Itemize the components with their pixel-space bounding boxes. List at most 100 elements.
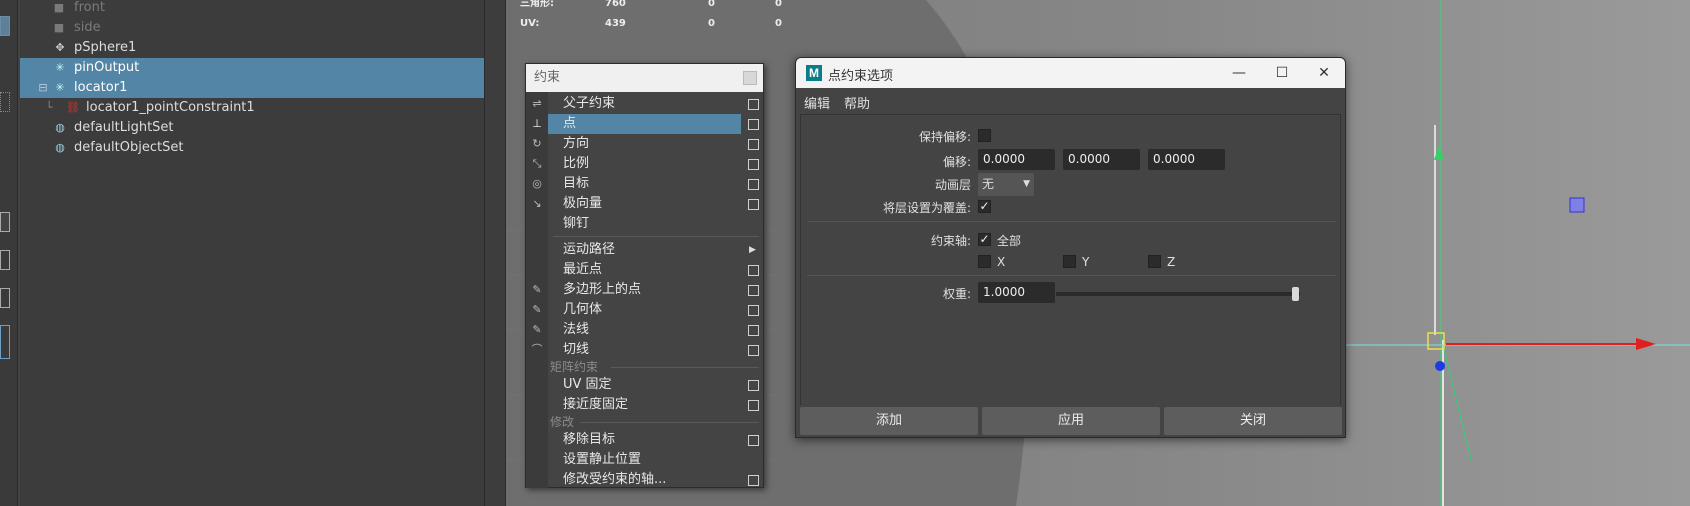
tool-button[interactable] (0, 52, 10, 72)
outliner-item-locator1-pointconstraint1[interactable]: └ ⛓ locator1_pointConstraint1 (20, 98, 484, 118)
menu-help[interactable]: 帮助 (844, 93, 870, 112)
heads-up-display: 三角形: 760 0 0 UV: 439 0 0 (520, 0, 790, 34)
option-box[interactable] (748, 99, 759, 110)
normal-constraint-icon: ✎ (532, 323, 542, 336)
menu-item-label: 切线 (563, 342, 590, 357)
menu-item-closest-point[interactable]: 最近点 (526, 260, 763, 280)
constrain-menu-title-bar[interactable]: 约束 (526, 64, 763, 92)
option-box[interactable] (748, 265, 759, 276)
tool-button[interactable] (0, 92, 10, 112)
set-layer-override-label: 将层设置为覆盖: (882, 201, 971, 215)
option-box[interactable] (748, 199, 759, 210)
menu-item-pole-vector[interactable]: ↘ 极向量 (526, 194, 763, 214)
menu-item-normal[interactable]: ✎ 法线 (526, 320, 763, 340)
option-box[interactable] (748, 400, 759, 411)
menu-item-label: 设置静止位置 (563, 452, 642, 467)
outliner-item-defaultlightset[interactable]: ◍ defaultLightSet (20, 118, 484, 138)
dialog-menu-bar: 编辑 帮助 (796, 88, 1345, 114)
offset-z-field[interactable]: 0.0000 (1148, 149, 1225, 170)
option-box[interactable] (748, 119, 759, 130)
tool-button[interactable] (0, 212, 10, 232)
aim-constraint-icon: ◎ (532, 177, 542, 190)
offset-y-field[interactable]: 0.0000 (1063, 149, 1140, 170)
outliner-item-pinoutput[interactable]: ✳ pinOutput (20, 58, 484, 78)
axis-x-checkbox[interactable] (978, 255, 991, 268)
menu-item-scale[interactable]: ⤡ 比例 (526, 154, 763, 174)
constrain-menu-title: 约束 (534, 70, 561, 85)
option-box[interactable] (748, 139, 759, 150)
menu-item-motion-path[interactable]: 运动路径 ▶ (526, 240, 763, 260)
option-box[interactable] (748, 475, 759, 486)
maximize-button[interactable]: ☐ (1266, 62, 1298, 84)
anim-layer-dropdown[interactable]: 无 ▼ (978, 173, 1034, 196)
menu-item-point-on-poly[interactable]: ✎ 多边形上的点 (526, 280, 763, 300)
constrain-menu: 约束 ⇌ 父子约束 ⊥ 点 ↻ 方向 ⤡ 比例 ◎ 目标 ↘ 极向量 铆钉 运动… (525, 63, 764, 488)
apply-button[interactable]: 应用 (982, 407, 1160, 435)
weight-slider-handle[interactable] (1292, 287, 1299, 301)
camera-icon: ■ (53, 1, 65, 14)
chevron-down-icon: ▼ (1023, 179, 1030, 189)
option-box[interactable] (748, 285, 759, 296)
add-button[interactable]: 添加 (800, 407, 978, 435)
menu-item-label: 极向量 (563, 196, 603, 211)
menu-item-geometry[interactable]: ✎ 几何体 (526, 300, 763, 320)
menu-item-remove-target[interactable]: 移除目标 (526, 430, 763, 450)
set-layer-override-checkbox[interactable]: ✓ (978, 200, 991, 213)
option-box[interactable] (748, 380, 759, 391)
option-box[interactable] (748, 179, 759, 190)
option-box[interactable] (748, 345, 759, 356)
close-icon[interactable] (743, 71, 757, 85)
minimize-button[interactable]: — (1223, 62, 1255, 84)
tool-button[interactable] (0, 16, 10, 36)
option-box[interactable] (748, 435, 759, 446)
axis-z-label: Z (1167, 255, 1176, 269)
axis-all-checkbox[interactable]: ✓ (978, 233, 991, 246)
axis-z-checkbox[interactable] (1148, 255, 1161, 268)
maintain-offset-checkbox[interactable] (978, 129, 991, 142)
menu-item-proximity-pin[interactable]: 接近度固定 (526, 395, 763, 415)
menu-item-label: 父子约束 (563, 96, 616, 111)
outliner-item-psphere1[interactable]: ✥ pSphere1 (20, 38, 484, 58)
menu-item-modify-constrained-axis[interactable]: 修改受约束的轴... (526, 470, 763, 490)
outliner-item-defaultobjectset[interactable]: ◍ defaultObjectSet (20, 138, 484, 158)
axis-y-checkbox[interactable] (1063, 255, 1076, 268)
menu-item-point[interactable]: ⊥ 点 (526, 114, 763, 134)
constraint-icon: ⛓ (66, 101, 80, 114)
collapse-icon[interactable]: ⊟ (36, 81, 50, 95)
dialog-button-bar: 添加 应用 关闭 (796, 405, 1345, 437)
menu-item-label: 运动路径 (563, 242, 616, 257)
option-box[interactable] (748, 159, 759, 170)
outliner-item-label: pinOutput (74, 60, 140, 75)
menu-item-label: 接近度固定 (563, 397, 629, 412)
option-box[interactable] (748, 305, 759, 316)
hud-label: 三角形: (520, 0, 554, 9)
menu-item-label: UV 固定 (563, 377, 612, 392)
panel-divider[interactable] (484, 0, 506, 506)
option-box[interactable] (748, 325, 759, 336)
offset-label: 偏移: (942, 155, 971, 169)
menu-item-orient[interactable]: ↻ 方向 (526, 134, 763, 154)
menu-item-tangent[interactable]: ⌒ 切线 (526, 340, 763, 360)
hud-value: 0 (708, 0, 715, 9)
menu-item-parent-constraint[interactable]: ⇌ 父子约束 (526, 94, 763, 114)
axis-all-label: 全部 (997, 234, 1022, 248)
weight-slider-track[interactable] (1056, 292, 1300, 296)
outliner-item-side[interactable]: ■ side (20, 18, 484, 38)
menu-item-set-rest-position[interactable]: 设置静止位置 (526, 450, 763, 470)
close-dialog-button[interactable]: 关闭 (1164, 407, 1342, 435)
menu-edit[interactable]: 编辑 (804, 93, 830, 112)
weight-field[interactable]: 1.0000 (978, 282, 1055, 303)
menu-item-rivet[interactable]: 铆钉 (526, 214, 763, 234)
axis-x-label: X (997, 255, 1006, 269)
outliner-item-locator1[interactable]: ⊟ ✳ locator1 (20, 78, 484, 98)
tool-button[interactable] (0, 250, 10, 270)
outliner-item-front[interactable]: ■ front (20, 0, 484, 18)
close-button[interactable]: ✕ (1308, 62, 1340, 84)
tool-button[interactable] (0, 288, 10, 308)
outliner-item-label: pSphere1 (74, 40, 137, 55)
offset-x-field[interactable]: 0.0000 (978, 149, 1055, 170)
menu-item-uv-pin[interactable]: UV 固定 (526, 375, 763, 395)
dialog-title-bar[interactable]: M 点约束选项 — ☐ ✕ (796, 58, 1345, 88)
tool-button[interactable] (0, 325, 10, 359)
menu-item-aim[interactable]: ◎ 目标 (526, 174, 763, 194)
